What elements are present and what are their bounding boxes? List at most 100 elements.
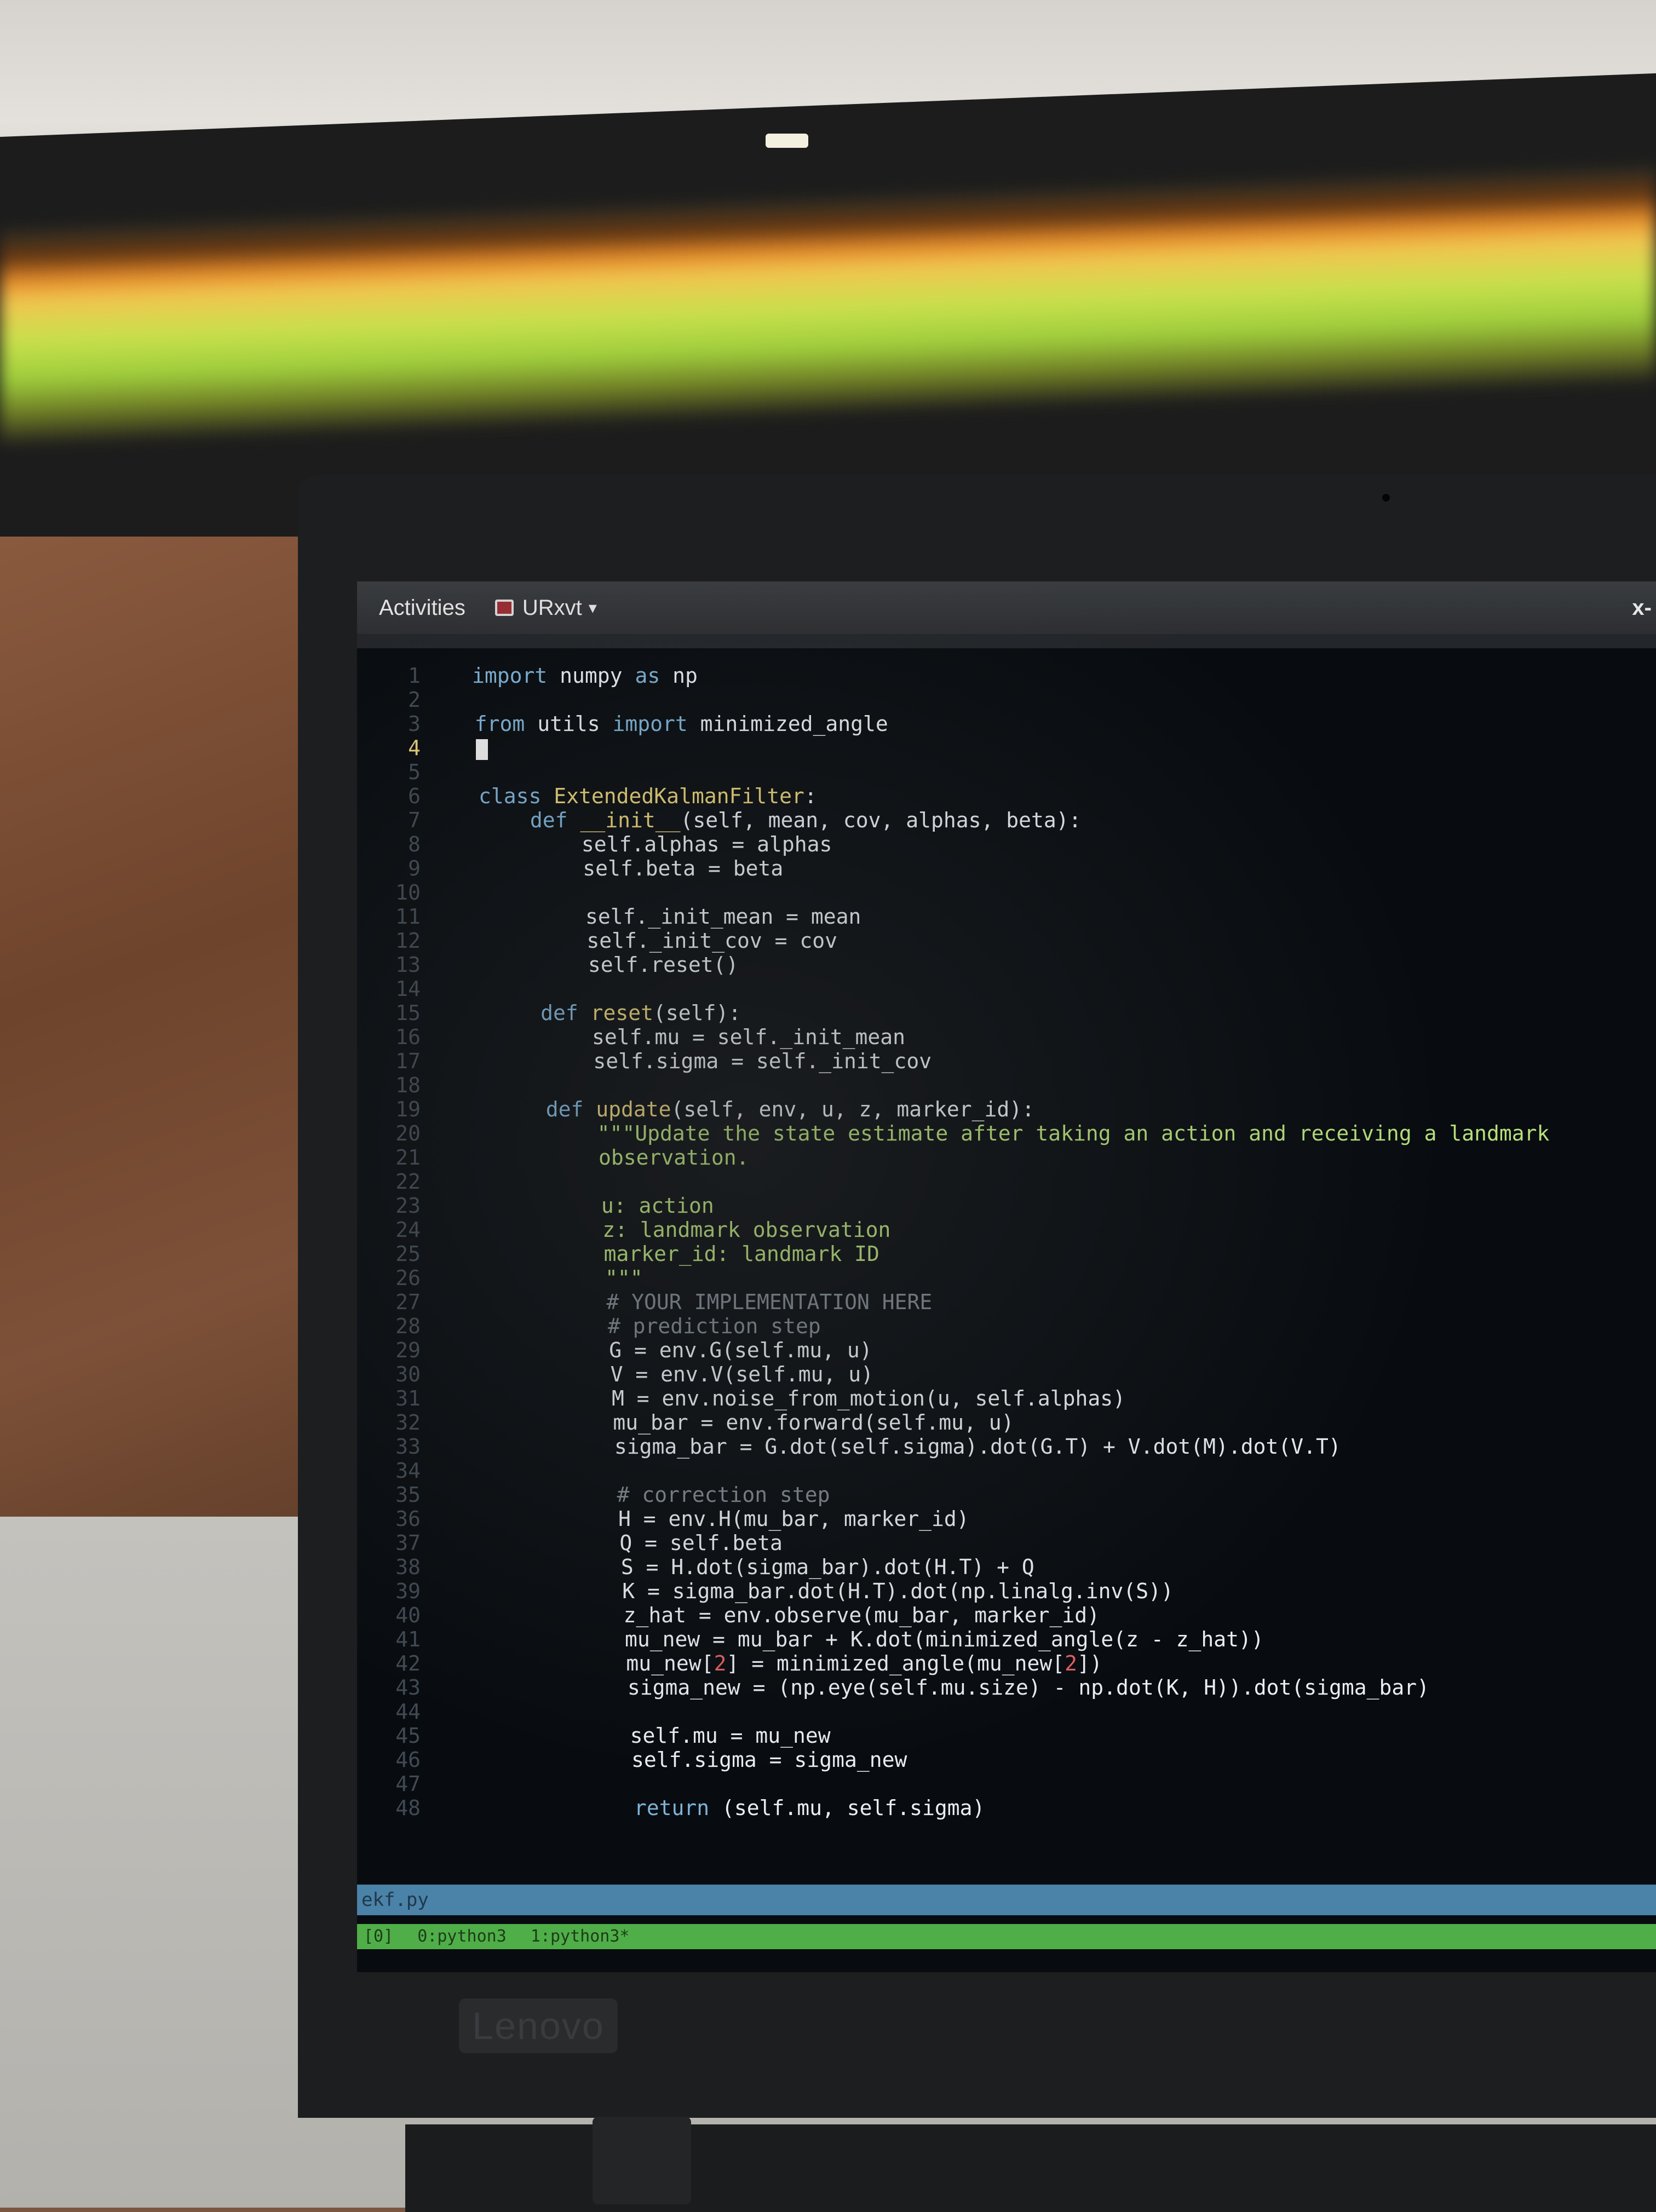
code-token: G = env.G(self.mu, u) [509,1338,872,1362]
line-number: 36 [395,1507,421,1531]
line-number: 7 [408,808,421,832]
line-number: 35 [395,1483,421,1507]
line-number: 25 [395,1242,421,1266]
code-token: """Update the state estimate after takin… [597,1121,1550,1145]
brand-logo: Lenovo [459,1998,618,2053]
code-line: self._init_mean = mean [485,905,861,929]
code-token: import [612,712,688,736]
line-number: 13 [395,953,421,977]
code-line: Q = self.beta [519,1531,782,1555]
code-token: H = env.H(mu_bar, marker_id) [518,1507,969,1531]
code-token: # YOUR IMPLEMENTATION HERE [606,1290,933,1314]
code-line: sigma_bar = G.dot(self.sigma).dot(G.T) +… [514,1435,1341,1459]
line-number: 44 [395,1700,421,1724]
code-token: def [540,1001,578,1025]
code-token: sigma_new = (np.eye(self.mu.size) - np.d… [527,1675,1430,1700]
line-number: 5 [408,760,421,784]
code-token: update [596,1097,671,1121]
vim-statusline: ekf.py [357,1885,1656,1915]
line-number: 32 [395,1410,421,1435]
line-number: 27 [395,1290,421,1314]
line-number: 31 [395,1386,421,1410]
code-token: self.beta = beta [482,856,784,880]
code-token: V = env.V(self.mu, u) [510,1362,874,1386]
tmux-session: [0] [364,1927,394,1946]
code-line: u: action [501,1194,714,1218]
code-token: def [545,1097,584,1121]
topbar-right-label: x- [1632,595,1652,620]
code-line: def reset(self): [491,1001,741,1025]
terminal-header-strip [357,634,1656,648]
code-token: self.mu = self._init_mean [492,1025,905,1049]
code-line: """ [505,1266,643,1290]
code-token: # prediction step [607,1314,821,1338]
code-line: self.reset() [488,953,739,977]
tmux-window-0[interactable]: 0:python3 [417,1927,507,1946]
code-token: (self, mean, cov, alphas, beta): [680,808,1082,832]
code-token: 2 [714,1651,727,1675]
line-number: 30 [395,1362,421,1386]
code-token: from [474,712,525,736]
line-number: 23 [395,1194,421,1218]
code-token: ] = minimized_angle(mu_new[ [726,1651,1065,1675]
line-number: 11 [395,905,421,929]
line-number: 41 [395,1627,421,1651]
line-number: 28 [395,1314,421,1338]
tmux-window-1[interactable]: 1:python3* [531,1927,630,1946]
code-token: self.sigma = sigma_new [531,1748,907,1772]
code-token: mu_new = mu_bar + K.dot(minimized_angle(… [525,1627,1264,1651]
line-number: 18 [395,1073,421,1097]
code-line: self._init_cov = cov [486,929,837,953]
code-editor[interactable]: 1 import numpy as np 2 3 from utils import m… [390,664,1649,1890]
code-token: : [804,784,817,808]
line-number: 26 [395,1266,421,1290]
activities-button[interactable]: Activities [379,596,465,620]
code-token: self.reset() [487,953,739,977]
line-number: 42 [395,1651,421,1675]
line-number: 4 [408,736,421,760]
code-token: import [472,664,548,688]
code-token: z: landmark observation [602,1218,891,1242]
app-menu[interactable]: URxvt ▾ [495,596,597,620]
chevron-down-icon: ▾ [588,598,597,617]
code-line: self.sigma = sigma_new [531,1748,907,1772]
code-line: G = env.G(self.mu, u) [509,1338,872,1362]
code-line: # correction step [517,1483,830,1507]
line-number: 3 [408,712,421,736]
line-number: 9 [408,856,421,880]
line-number: 47 [395,1772,421,1796]
code-line: marker_id: landmark ID [504,1242,879,1266]
code-token: self._init_cov = cov [486,929,837,953]
line-number: 12 [395,929,421,953]
code-token: minimized_angle [687,712,888,736]
line-number: 24 [395,1218,421,1242]
line-number: 2 [408,688,421,712]
line-number: 17 [395,1049,421,1073]
code-line: V = env.V(self.mu, u) [510,1362,873,1386]
code-line: # prediction step [508,1314,821,1338]
code-line: H = env.H(mu_bar, marker_id) [518,1507,969,1531]
code-token: (self.mu, self.sigma) [709,1796,985,1820]
code-token: self._init_mean = mean [485,905,861,929]
code-line: """Update the state estimate after takin… [497,1121,1550,1145]
line-number: 39 [395,1579,421,1603]
code-token: reset [590,1001,654,1025]
text-cursor [476,739,488,760]
code-token: self.mu = mu_new [530,1724,831,1748]
line-number: 37 [395,1531,421,1555]
gnome-top-bar: Activities URxvt ▾ x- [357,581,1656,634]
terminal-icon [495,600,514,616]
code-line: def __init__(self, mean, cov, alphas, be… [480,808,1082,832]
code-token: marker_id: landmark ID [603,1242,879,1266]
line-number: 6 [408,784,421,808]
code-line: K = sigma_bar.dot(H.T).dot(np.linalg.inv… [522,1579,1174,1603]
